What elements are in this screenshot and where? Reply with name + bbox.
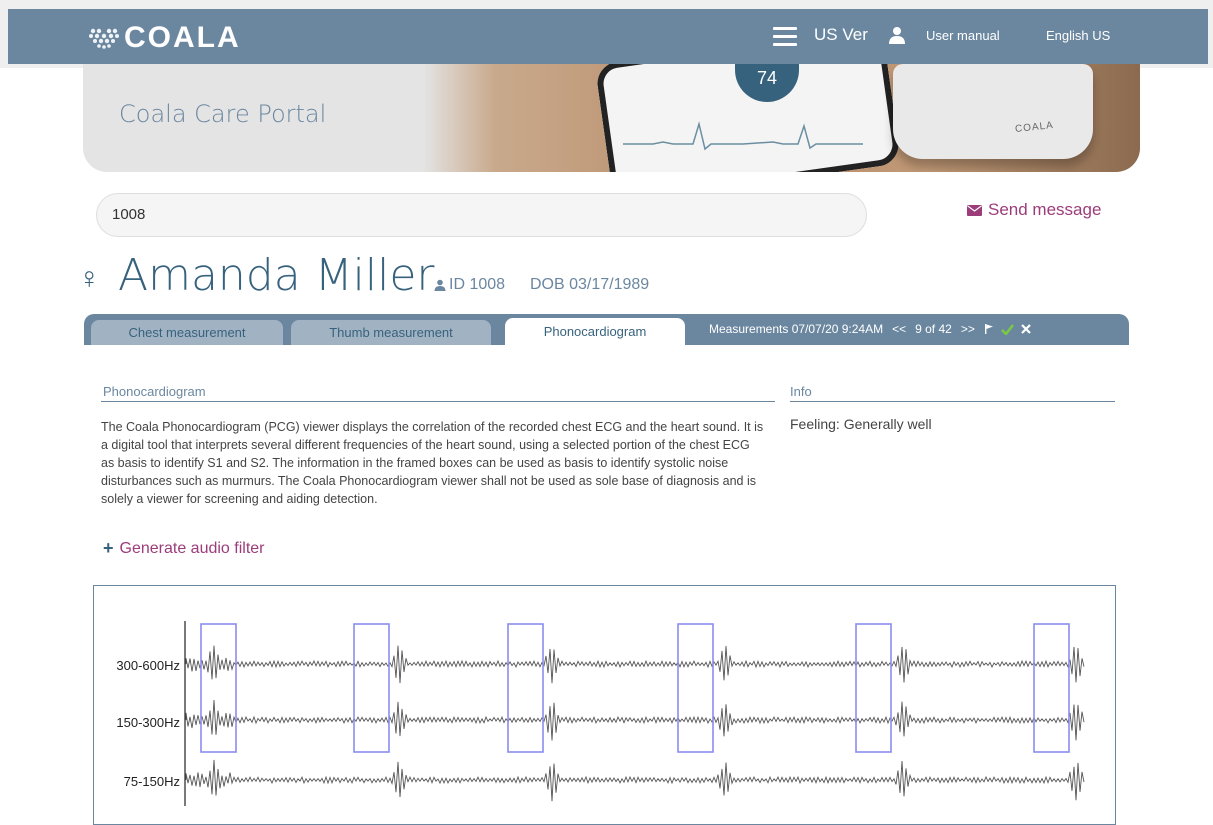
navbar: COALA US Ver User manual English US <box>8 9 1208 64</box>
coala-logo[interactable]: COALA <box>88 21 241 55</box>
measurement-counter: 9 of 42 <box>915 322 952 336</box>
measurement-navigator: Measurements 07/07/20 9:24AM << 9 of 42 … <box>709 322 1031 336</box>
pcg-description: The Coala Phonocardiogram (PCG) viewer d… <box>101 420 764 506</box>
female-gender-icon: ♀ <box>78 262 101 295</box>
systolic-frame-box <box>1033 623 1070 753</box>
band-label-150-300: 150-300Hz <box>116 715 180 730</box>
user-manual-link[interactable]: User manual <box>926 28 1000 43</box>
systolic-frame-box <box>353 623 390 753</box>
waveform-plot <box>184 621 1085 806</box>
next-measurement-button[interactable]: >> <box>961 322 975 336</box>
top-bar: COALA US Ver User manual English US <box>0 0 1213 68</box>
plus-icon: + <box>103 538 114 558</box>
flag-icon[interactable] <box>984 324 994 334</box>
version-label: US Ver <box>814 25 868 44</box>
info-title: Info <box>790 384 812 399</box>
section-title: Phonocardiogram <box>103 384 206 399</box>
user-icon[interactable] <box>888 26 906 44</box>
phonocardiogram-panel: Phonocardiogram Info The Coala Phonocard… <box>84 345 1129 825</box>
section-divider <box>101 401 775 402</box>
send-message-button[interactable]: Send message <box>967 200 1101 220</box>
systolic-frame-box <box>507 623 544 753</box>
portal-banner: 74 COALA Coala Care Portal <box>83 64 1140 172</box>
band-label-75-150: 75-150Hz <box>123 774 180 789</box>
checkmark-icon[interactable] <box>1000 323 1014 335</box>
patient-dob: DOB 03/17/1989 <box>530 276 650 293</box>
previous-measurement-button[interactable]: << <box>892 322 906 336</box>
generate-audio-filter-label: Generate audio filter <box>119 539 265 557</box>
patient-id-value: ID 1008 <box>449 276 506 293</box>
generate-audio-filter-button[interactable]: + Generate audio filter <box>103 538 265 559</box>
patient-name: Amanda Miller <box>118 250 435 301</box>
info-divider <box>790 401 1115 402</box>
waveform-150-300Hz <box>185 699 1085 741</box>
hamburger-menu-icon[interactable] <box>773 27 797 47</box>
coala-device-image <box>893 64 1093 159</box>
ecg-trace-image <box>623 121 863 151</box>
language-selector[interactable]: English US <box>1046 28 1110 43</box>
tab-thumb-measurement[interactable]: Thumb measurement <box>291 320 491 345</box>
user-icon <box>434 279 446 291</box>
phonocardiogram-graph: 300-600Hz 150-300Hz 75-150Hz <box>93 585 1116 825</box>
tab-chest-measurement[interactable]: Chest measurement <box>91 320 283 345</box>
tab-phonocardiogram[interactable]: Phonocardiogram <box>505 318 685 346</box>
systolic-frame-box <box>200 623 237 753</box>
patient-id: ID 1008 <box>434 276 505 294</box>
send-message-label: Send message <box>988 200 1102 219</box>
systolic-frame-box <box>855 623 892 753</box>
close-icon[interactable] <box>1021 324 1031 334</box>
feeling-status: Feeling: Generally well <box>790 416 932 432</box>
measurement-timestamp: Measurements 07/07/20 9:24AM <box>709 322 884 336</box>
waveform-75-150Hz <box>185 759 1085 802</box>
heart-logo-icon <box>89 28 119 49</box>
envelope-icon <box>967 204 982 216</box>
patient-search-input[interactable]: 1008 <box>96 193 867 237</box>
measurement-tabs: Chest measurement Thumb measurement Phon… <box>84 314 1129 346</box>
logo-text: COALA <box>124 21 241 54</box>
systolic-frame-box <box>677 623 714 753</box>
band-label-300-600: 300-600Hz <box>116 658 180 673</box>
waveform-300-600Hz <box>185 645 1085 684</box>
banner-title: Coala Care Portal <box>119 100 327 128</box>
